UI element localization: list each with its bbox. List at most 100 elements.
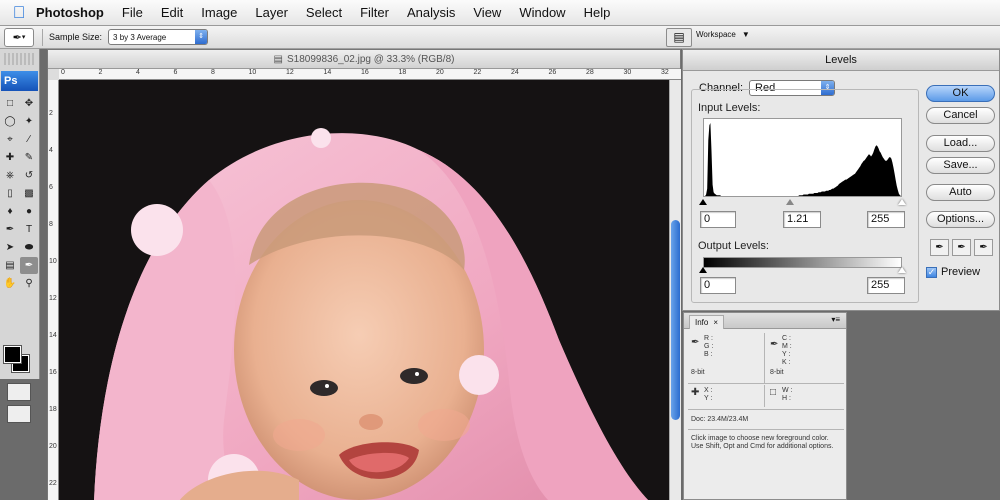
path-selection-icon[interactable]: ➤ — [1, 239, 19, 256]
eraser-icon[interactable]: ▯ — [1, 185, 19, 202]
tab-info[interactable]: Info × — [689, 315, 725, 329]
output-white-slider[interactable] — [898, 267, 906, 273]
auto-button[interactable]: Auto — [926, 184, 995, 201]
crop-icon[interactable]: ⌖ — [1, 131, 19, 148]
clone-stamp-icon[interactable]: ⎈ — [1, 167, 19, 184]
gray-point-eyedropper-icon[interactable]: ✒ — [952, 239, 971, 256]
cancel-button[interactable]: Cancel — [926, 107, 995, 124]
tools-panel: Ps □ ✥ ◯ ✦ ⌖ ∕ ✚ ✎ ⎈ ↺ ▯ ▩ ♦ ● ✒ T ➤ ⬬ ▤… — [0, 49, 40, 423]
menu-edit[interactable]: Edit — [152, 5, 192, 20]
menu-select[interactable]: Select — [297, 5, 351, 20]
checkmark-icon[interactable]: ✓ — [926, 266, 937, 278]
apple-menu-icon[interactable]:  — [6, 3, 32, 23]
pen-icon[interactable]: ✒ — [1, 221, 19, 238]
x-label: X : — [704, 387, 713, 394]
white-point-eyedropper-icon[interactable]: ✒ — [974, 239, 993, 256]
hand-icon[interactable]: ✋ — [1, 275, 19, 292]
scrollbar-thumb[interactable] — [671, 220, 680, 420]
levels-title[interactable]: Levels — [683, 50, 999, 71]
menu-image[interactable]: Image — [192, 5, 246, 20]
foreground-color-swatch[interactable] — [3, 345, 22, 364]
input-white-slider[interactable] — [898, 199, 906, 205]
input-gamma-field[interactable]: 1.21 — [783, 211, 821, 228]
dodge-icon[interactable]: ● — [20, 203, 38, 220]
ruler-tick-label: 2 — [98, 69, 103, 76]
image-canvas[interactable] — [59, 80, 669, 500]
menu-window[interactable]: Window — [510, 5, 574, 20]
ruler-tick-label: 32 — [661, 69, 669, 76]
ok-button[interactable]: OK — [926, 85, 995, 102]
updown-arrows-icon: ⇕ — [195, 30, 208, 44]
lasso-icon[interactable]: ◯ — [1, 113, 19, 130]
horizontal-ruler[interactable]: 0 2 4 6 8 10 12 14 16 18 20 22 24 26 28 30 32 — [59, 69, 681, 80]
output-black-slider[interactable] — [699, 267, 707, 273]
blur-icon[interactable]: ♦ — [1, 203, 19, 220]
workspace-menu[interactable]: Workspace ▼ — [696, 30, 750, 39]
options-bar: ✒ ▾ Sample Size: 3 by 3 Average ⇕ ▤ Work… — [0, 26, 1000, 49]
options-button[interactable]: Options... — [926, 211, 995, 228]
r-label: R : — [704, 335, 713, 342]
input-black-field[interactable]: 0 — [700, 211, 736, 228]
ruler-tick-label: 12 — [286, 69, 294, 76]
marquee-icon[interactable]: □ — [1, 95, 19, 112]
menu-layer[interactable]: Layer — [246, 5, 297, 20]
zoom-icon[interactable]: ⚲ — [20, 275, 38, 292]
menu-file[interactable]: File — [113, 5, 152, 20]
slice-icon[interactable]: ∕ — [20, 131, 38, 148]
preview-checkbox-row[interactable]: ✓ Preview — [926, 266, 980, 278]
quick-mask-button[interactable] — [7, 383, 31, 401]
ruler-tick-label: 26 — [548, 69, 557, 76]
menu-analysis[interactable]: Analysis — [398, 5, 464, 20]
menu-view[interactable]: View — [464, 5, 510, 20]
tool-preset-picker[interactable]: ✒ ▾ — [4, 27, 34, 47]
sample-size-select[interactable]: 3 by 3 Average ⇕ — [108, 29, 209, 45]
menu-filter[interactable]: Filter — [351, 5, 398, 20]
panel-grip[interactable] — [4, 53, 36, 65]
menu-help[interactable]: Help — [575, 5, 620, 20]
palette-well-icon: ▤ — [673, 30, 685, 44]
w-label: W : — [782, 387, 793, 394]
ps-logo[interactable]: Ps — [1, 71, 38, 91]
selection-size-icon: □ — [770, 387, 777, 398]
bit-depth-right: 8-bit — [770, 369, 784, 376]
ruler-tick-label: 22 — [49, 480, 57, 487]
notes-icon[interactable]: ▤ — [1, 257, 19, 274]
eyedropper-icon[interactable]: ✒ — [20, 257, 38, 274]
close-icon[interactable]: × — [713, 316, 718, 329]
output-gradient-bar — [703, 257, 902, 268]
magic-wand-icon[interactable]: ✦ — [20, 113, 38, 130]
gradient-icon[interactable]: ▩ — [20, 185, 38, 202]
ruler-tick-label: 6 — [49, 184, 53, 191]
black-point-eyedropper-icon[interactable]: ✒ — [930, 239, 949, 256]
ruler-tick-label: 4 — [49, 147, 53, 154]
output-black-field[interactable]: 0 — [700, 277, 736, 294]
load-button[interactable]: Load... — [926, 135, 995, 152]
vertical-scrollbar[interactable] — [669, 80, 681, 500]
input-white-field[interactable]: 255 — [867, 211, 905, 228]
ruler-tick-label: 30 — [623, 69, 632, 76]
vertical-ruler[interactable]: 2 4 6 8 10 12 14 16 18 20 22 — [48, 80, 59, 500]
eyedropper-icon: ✒ — [12, 31, 22, 44]
document-title-bar[interactable]: ▤ S18099836_02.jpg @ 33.3% (RGB/8) — [48, 50, 680, 69]
sample-size-label: Sample Size: — [49, 32, 103, 42]
input-gamma-slider[interactable] — [786, 199, 794, 205]
shape-icon[interactable]: ⬬ — [20, 239, 38, 256]
wh-labels: W : H : — [782, 387, 793, 403]
ruler-tick-label: 18 — [49, 406, 57, 413]
history-brush-icon[interactable]: ↺ — [20, 167, 38, 184]
palette-well-button[interactable]: ▤ — [666, 28, 692, 47]
output-white-field[interactable]: 255 — [867, 277, 905, 294]
screen-mode-button[interactable] — [7, 405, 31, 423]
ruler-tick-label: 14 — [323, 69, 332, 76]
healing-brush-icon[interactable]: ✚ — [1, 149, 19, 166]
brush-icon[interactable]: ✎ — [20, 149, 38, 166]
menu-photoshop[interactable]: Photoshop — [32, 5, 113, 20]
g-label: G : — [704, 343, 714, 350]
b-label: B : — [704, 351, 713, 358]
type-icon[interactable]: T — [20, 221, 38, 238]
output-levels-label: Output Levels: — [698, 240, 769, 252]
panel-menu-icon[interactable]: ▾≡ — [831, 315, 840, 324]
move-icon[interactable]: ✥ — [20, 95, 38, 112]
save-button[interactable]: Save... — [926, 157, 995, 174]
input-black-slider[interactable] — [699, 199, 707, 205]
